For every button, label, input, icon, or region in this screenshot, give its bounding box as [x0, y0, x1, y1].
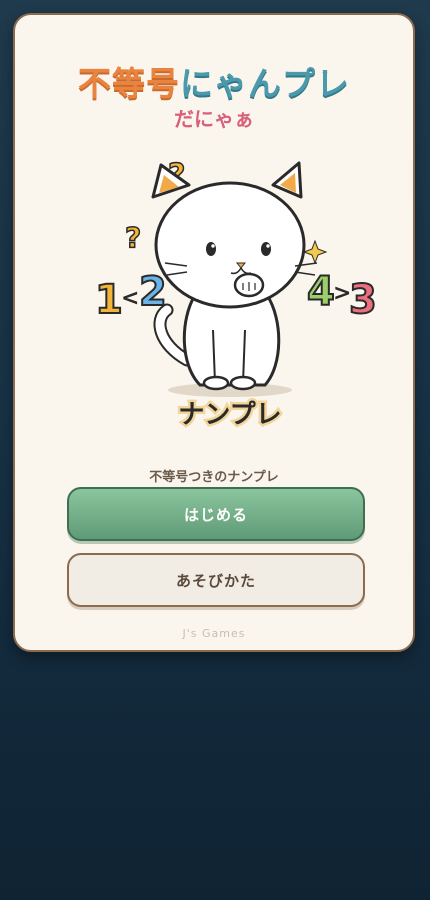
- footer-credit: J's Games: [182, 627, 246, 640]
- sparkle-icon: [302, 239, 328, 265]
- how-to-play-button-label: あそびかた: [175, 571, 256, 590]
- app-subtitle: だにゃぁ: [174, 107, 254, 131]
- app-title-part1: 不等号: [78, 64, 180, 103]
- question-mark-2: ?: [125, 221, 141, 254]
- tagline: 不等号つきのナンプレ: [149, 470, 279, 485]
- number-1: 1: [95, 277, 123, 323]
- start-button-label: はじめる: [183, 505, 248, 524]
- number-4: 4: [307, 269, 335, 315]
- app-title: 不等号にゃんプレ: [15, 57, 413, 105]
- how-to-play-button[interactable]: あそびかた: [67, 553, 365, 607]
- app-title-part2: にゃんプレ: [180, 64, 350, 103]
- title-card: 不等号にゃんプレ だにゃぁ ? ? 1 < 2 4 > 3: [13, 13, 415, 652]
- start-button[interactable]: はじめる: [67, 487, 365, 541]
- cat-mascot-image: ? ? 1 < 2 4 > 3: [94, 157, 378, 432]
- cat-illustration: ? ? 1 < 2 4 > 3: [75, 145, 385, 445]
- number-3: 3: [349, 277, 377, 323]
- less-than-sign: <: [121, 286, 139, 311]
- nanpure-badge: ナンプレ: [178, 400, 281, 430]
